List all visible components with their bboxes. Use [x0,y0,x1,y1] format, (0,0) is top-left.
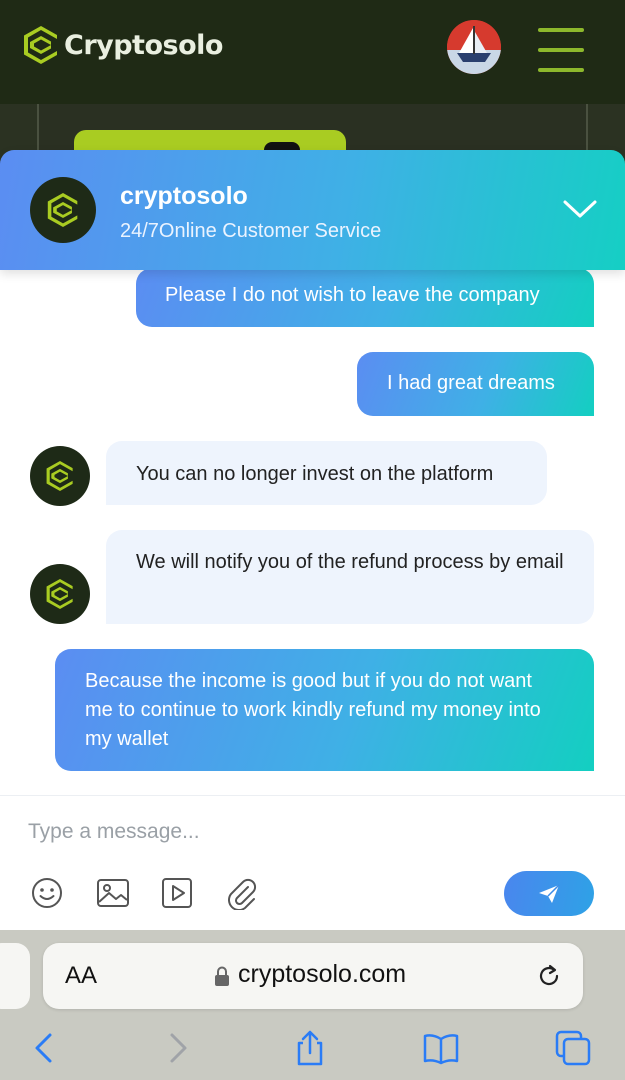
cryptosolo-logo-icon [47,193,78,227]
bookmarks-icon[interactable] [423,1030,459,1066]
share-icon[interactable] [292,1030,328,1066]
image-icon[interactable] [96,876,130,910]
message-bubble-outgoing: I had great dreams [357,352,594,416]
chat-subtitle: 24/7Online Customer Service [120,220,382,242]
chevron-down-icon[interactable] [562,195,598,223]
emoji-icon[interactable] [30,876,64,910]
message-bubble-outgoing: Because the income is good but if you do… [55,649,594,771]
message-bubble-incoming: You can no longer invest on the platform [106,441,547,505]
cryptosolo-logo-icon [46,579,73,609]
site-logo[interactable]: Cryptosolo [22,24,223,66]
reload-icon[interactable] [535,962,563,990]
reader-settings-button[interactable]: AA [65,962,97,990]
cryptosolo-logo-icon [46,461,73,491]
browser-toolbar: AA cryptosolo.com [0,930,625,1080]
chat-header: cryptosolo 24/7Online Customer Service [0,150,625,270]
agent-avatar [30,177,96,243]
chat-title: cryptosolo [120,182,248,210]
video-icon[interactable] [160,876,194,910]
attachment-icon[interactable] [224,876,258,910]
message-list[interactable]: Please I do not wish to leave the compan… [0,268,625,795]
message-text: I had great dreams [387,372,555,394]
message-text: You can no longer invest on the platform [136,463,494,485]
forward-icon[interactable] [160,1030,196,1066]
message-text: Please I do not wish to leave the compan… [165,284,540,306]
lock-icon [215,966,229,986]
site-brand-name: Cryptosolo [64,29,223,61]
message-composer [0,795,625,930]
message-text: We will notify you of the refund process… [136,551,564,573]
site-header: Cryptosolo [0,0,625,104]
agent-avatar [30,564,90,624]
message-bubble-outgoing: Please I do not wish to leave the compan… [136,268,594,327]
send-button[interactable] [504,871,594,916]
back-icon[interactable] [26,1030,62,1066]
cryptosolo-logo-icon [24,26,57,64]
send-icon [539,883,560,903]
url-text: cryptosolo.com [238,960,407,988]
previous-tab-preview[interactable] [0,943,30,1009]
language-flag-icon[interactable] [447,20,501,74]
message-text: Because the income is good but if you do… [85,670,541,750]
agent-avatar [30,446,90,506]
address-bar[interactable]: AA cryptosolo.com [43,943,583,1009]
tabs-icon[interactable] [555,1030,591,1066]
message-bubble-incoming: We will notify you of the refund process… [106,530,594,624]
menu-icon[interactable] [538,28,584,72]
message-input[interactable] [28,814,588,850]
